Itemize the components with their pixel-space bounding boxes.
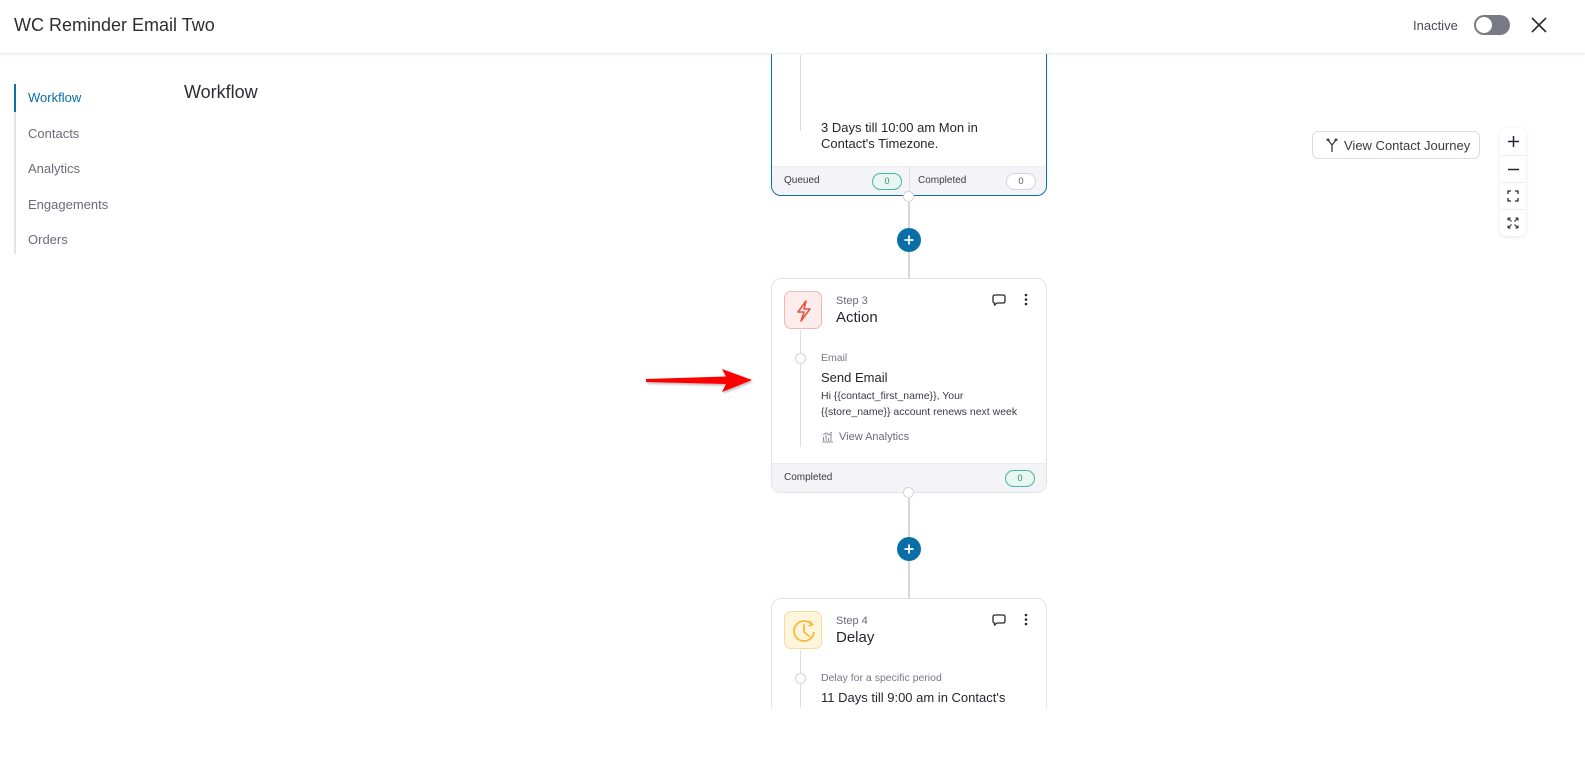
more-options-button[interactable] [1024, 613, 1028, 631]
comment-button[interactable] [992, 293, 1006, 311]
status-label: Inactive [1413, 18, 1458, 33]
timeline-dot [795, 673, 806, 684]
delay-type-label: Delay for a specific period [821, 672, 942, 684]
zoom-controls [1500, 128, 1526, 236]
action-name: Send Email [821, 370, 888, 385]
plus-icon [904, 235, 914, 245]
view-analytics-label: View Analytics [839, 431, 910, 443]
toggle-knob [1476, 17, 1492, 33]
fit-screen-icon [1507, 190, 1519, 202]
completed-label: Completed [918, 175, 967, 186]
branch-icon [1326, 138, 1338, 152]
top-bar: WC Reminder Email Two Inactive [0, 0, 1585, 54]
comment-icon [992, 294, 1006, 307]
chart-icon [822, 431, 833, 443]
step-3-action-node[interactable]: Step 3 Action Email Send Email Hi {{cont… [771, 278, 1047, 493]
step-4-delay-node[interactable]: Step 4 Delay Delay for a specific period… [771, 598, 1047, 708]
step-title: Action [836, 309, 878, 326]
workflow-title: WC Reminder Email Two [14, 15, 215, 35]
close-icon [1531, 17, 1547, 33]
completed-count-badge: 0 [1006, 173, 1036, 190]
more-options-button[interactable] [1024, 293, 1028, 311]
timeline-dot [795, 353, 806, 364]
close-button[interactable] [1528, 14, 1550, 36]
step-number-label: Step 4 [836, 615, 868, 627]
add-step-button[interactable] [897, 228, 921, 252]
comment-icon [992, 614, 1006, 627]
action-step-icon-box [784, 291, 822, 329]
clock-icon [793, 620, 815, 642]
more-vertical-icon [1024, 613, 1028, 626]
completed-count-badge: 0 [1005, 470, 1035, 487]
queued-count-badge: 0 [872, 173, 902, 190]
delay-detail: 11 Days till 9:00 am in Contact's [821, 690, 1006, 705]
queued-label: Queued [784, 175, 820, 186]
delay-detail: 3 Days till 10:00 am Mon in Contact's Ti… [821, 120, 978, 151]
step-timeline-line [800, 55, 801, 131]
more-vertical-icon [1024, 293, 1028, 306]
output-port[interactable] [903, 191, 914, 202]
fullscreen-button[interactable] [1500, 209, 1526, 236]
view-contact-journey-button[interactable]: View Contact Journey [1312, 131, 1480, 159]
step-timeline-line [800, 330, 801, 447]
annotation-arrow [646, 369, 752, 392]
view-analytics-link[interactable]: View Analytics [821, 431, 909, 443]
zoom-in-button[interactable] [1500, 128, 1526, 155]
completed-label: Completed [784, 472, 833, 483]
fit-view-button[interactable] [1500, 182, 1526, 209]
zoom-out-button[interactable] [1500, 155, 1526, 182]
expand-icon [1507, 217, 1519, 229]
plus-icon [1507, 136, 1519, 147]
active-toggle[interactable] [1474, 15, 1510, 35]
delay-step-icon-box [784, 611, 822, 649]
action-type-label: Email [821, 352, 848, 364]
previous-step-node[interactable]: 3 Days till 10:00 am Mon in Contact's Ti… [771, 54, 1047, 196]
email-subject: Hi {{contact_first_name}}, Your {{store_… [821, 390, 1018, 418]
view-contact-journey-label: View Contact Journey [1344, 137, 1471, 153]
output-port[interactable] [903, 487, 914, 498]
add-step-button[interactable] [897, 537, 921, 561]
lightning-icon [797, 300, 811, 322]
comment-button[interactable] [992, 613, 1006, 631]
step-title: Delay [836, 629, 875, 646]
plus-icon [904, 544, 914, 554]
minus-icon [1507, 168, 1519, 170]
step-number-label: Step 3 [836, 295, 868, 307]
